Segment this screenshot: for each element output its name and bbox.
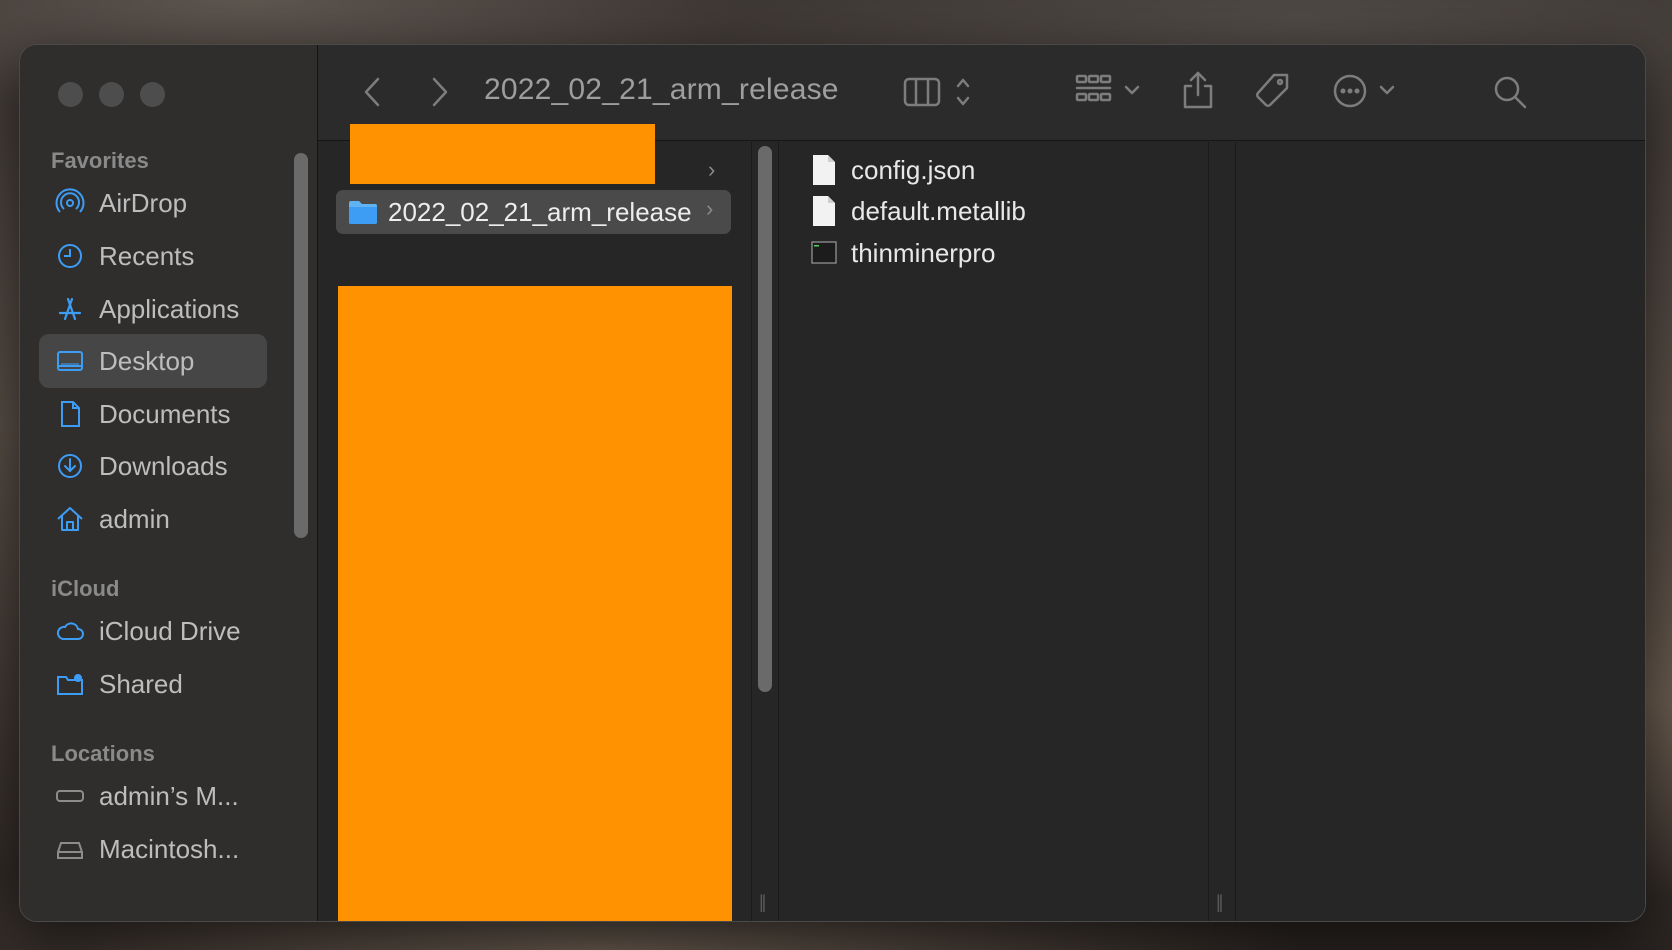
chevron-left-icon — [364, 77, 380, 107]
sidebar-item-applications[interactable]: Applications — [39, 282, 267, 336]
redacted-region — [350, 124, 655, 184]
computer-icon — [53, 779, 87, 813]
column-browser: › 2022_02_21_arm_release › || config.jso… — [318, 124, 1645, 921]
tag-button[interactable] — [1252, 71, 1292, 111]
sidebar-item-desktop[interactable]: Desktop — [39, 334, 267, 388]
share-icon — [1183, 71, 1213, 109]
sidebar-item-label: Shared — [99, 668, 183, 699]
sidebar-item-label: Applications — [99, 293, 240, 324]
search-icon — [1494, 76, 1527, 109]
sidebar-item-label: Downloads — [99, 450, 228, 481]
terminal-exec-icon — [811, 241, 837, 264]
group-button[interactable] — [1074, 71, 1144, 111]
file-icon — [813, 155, 835, 185]
column-desktop: › 2022_02_21_arm_release › — [318, 124, 753, 921]
sidebar-item-shared[interactable]: Shared — [39, 657, 267, 711]
sidebar-item-label: Desktop — [99, 345, 195, 376]
view-mode-button[interactable] — [902, 73, 982, 111]
chevron-right-icon: › — [706, 196, 714, 221]
file-name: config.json — [851, 154, 976, 185]
file-name: thinminerpro — [851, 237, 996, 268]
sidebar: Favorites AirDrop Recents Applications D… — [20, 45, 318, 921]
file-icon — [813, 196, 835, 226]
file-row[interactable]: default.metallib — [811, 191, 1026, 231]
column-resize-handle[interactable]: || — [759, 892, 767, 913]
sidebar-item-label: Recents — [99, 240, 195, 271]
file-row[interactable]: config.json — [811, 150, 975, 190]
applications-icon — [53, 292, 87, 326]
file-name: default.metallib — [851, 195, 1026, 226]
window-title: 2022_02_21_arm_release — [484, 73, 839, 106]
disk-icon — [53, 832, 87, 866]
sidebar-scrollbar[interactable] — [294, 153, 308, 538]
sidebar-item-downloads[interactable]: Downloads — [39, 439, 267, 493]
sidebar-item-icloud-drive[interactable]: iCloud Drive — [39, 604, 267, 658]
sidebar-item-label: Documents — [99, 398, 231, 429]
folder-row-selected[interactable]: 2022_02_21_arm_release › — [336, 190, 731, 234]
cloud-icon — [53, 614, 87, 648]
sidebar-item-admin[interactable]: admin — [39, 492, 267, 546]
sidebar-item-label: Macintosh... — [99, 833, 240, 864]
document-icon — [53, 397, 87, 431]
column-divider[interactable]: || — [1208, 142, 1236, 921]
column-resize-handle[interactable]: || — [1216, 892, 1224, 913]
zoom-button[interactable] — [140, 82, 165, 107]
airdrop-icon — [53, 186, 87, 220]
chevron-right-icon — [432, 77, 448, 107]
folder-name: 2022_02_21_arm_release — [388, 196, 692, 227]
sidebar-section-locations: Locations — [51, 741, 155, 766]
folder-icon — [349, 201, 377, 224]
tag-icon — [1256, 73, 1289, 107]
desktop-icon — [53, 344, 87, 378]
clock-icon — [53, 239, 87, 273]
sidebar-item-admins-mac[interactable]: admin’s M... — [39, 769, 267, 823]
more-actions-button[interactable] — [1332, 71, 1402, 111]
redacted-region — [338, 286, 732, 921]
close-button[interactable] — [58, 82, 83, 107]
finder-window: Favorites AirDrop Recents Applications D… — [19, 44, 1646, 922]
sidebar-item-label: admin — [99, 503, 170, 534]
shared-folder-icon — [53, 667, 87, 701]
file-row[interactable]: thinminerpro — [811, 233, 996, 273]
sidebar-item-label: admin’s M... — [99, 780, 239, 811]
sidebar-item-label: iCloud Drive — [99, 615, 241, 646]
sidebar-item-macintosh-hd[interactable]: Macintosh... — [39, 822, 267, 876]
home-icon — [53, 502, 87, 536]
download-icon — [53, 449, 87, 483]
column-divider[interactable]: || — [751, 142, 779, 921]
search-button[interactable] — [1491, 73, 1529, 111]
sidebar-item-airdrop[interactable]: AirDrop — [39, 176, 267, 230]
sidebar-section-favorites: Favorites — [51, 148, 149, 173]
columns-view-icon — [903, 77, 970, 107]
back-button[interactable] — [356, 73, 388, 111]
minimize-button[interactable] — [99, 82, 124, 107]
sidebar-section-icloud: iCloud — [51, 576, 120, 601]
ellipsis-circle-icon — [1333, 74, 1395, 108]
column-scrollbar[interactable] — [758, 146, 772, 692]
window-controls — [58, 82, 165, 107]
sidebar-item-label: AirDrop — [99, 187, 188, 218]
forward-button[interactable] — [424, 73, 456, 111]
share-button[interactable] — [1180, 69, 1216, 111]
sidebar-item-documents[interactable]: Documents — [39, 387, 267, 441]
sidebar-item-recents[interactable]: Recents — [39, 229, 267, 283]
chevron-right-icon: › — [708, 157, 716, 182]
grid-group-icon — [1075, 74, 1140, 102]
